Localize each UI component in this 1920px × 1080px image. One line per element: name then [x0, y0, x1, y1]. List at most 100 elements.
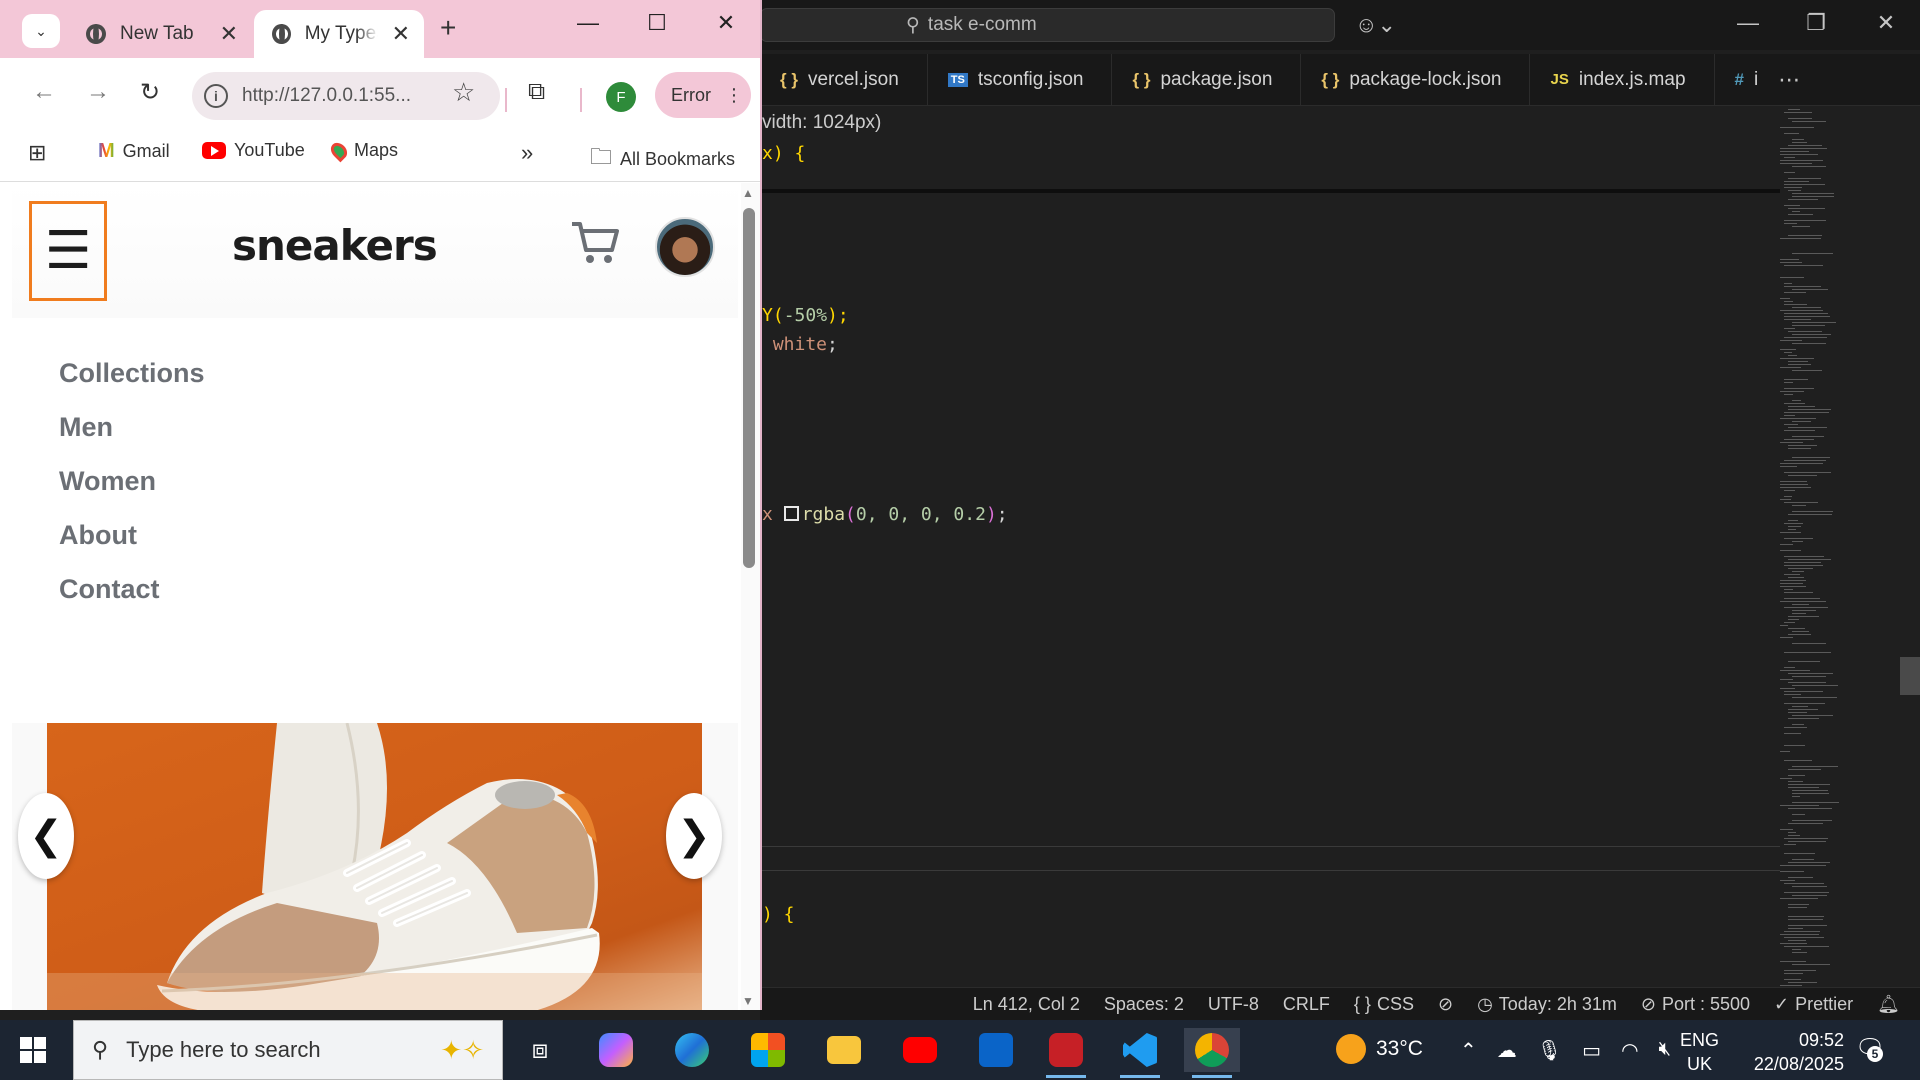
- weather-widget[interactable]: 33°C: [1336, 1034, 1423, 1064]
- close-button[interactable]: ✕: [1866, 10, 1906, 36]
- close-tab-icon[interactable]: ✕: [220, 21, 238, 47]
- volume-muted-icon[interactable]: 🔇︎: [1659, 1038, 1672, 1063]
- outlook-icon[interactable]: [968, 1028, 1024, 1072]
- bookmarks-overflow-icon[interactable]: »: [521, 140, 533, 166]
- tab-new-tab[interactable]: New Tab ✕: [68, 10, 252, 58]
- minimap-line: [1788, 712, 1807, 713]
- microsoft-store-icon[interactable]: [740, 1028, 796, 1072]
- product-carousel: [12, 723, 738, 1010]
- maximize-button[interactable]: ☐: [637, 10, 677, 36]
- wifi-icon[interactable]: ◠: [1621, 1038, 1638, 1063]
- nav-link-women[interactable]: Women: [59, 466, 156, 497]
- tab-vercel-json[interactable]: { } vercel.json: [760, 54, 928, 105]
- minimap[interactable]: [1780, 107, 1900, 987]
- cart-icon[interactable]: [570, 220, 620, 266]
- minimap-line: [1780, 688, 1795, 689]
- onedrive-icon[interactable]: ☁: [1497, 1038, 1517, 1063]
- page-scrollbar-thumb[interactable]: [743, 208, 755, 568]
- edge-icon[interactable]: [664, 1028, 720, 1072]
- command-center[interactable]: ⚲ task e-comm: [760, 8, 1335, 42]
- hamburger-menu-button[interactable]: ☰: [29, 201, 107, 301]
- code-editor[interactable]: vidth: 1024px) x) { Y(-50%); white; x rg…: [760, 107, 1780, 987]
- new-tab-button[interactable]: +: [440, 12, 456, 44]
- windows-start-icon[interactable]: [20, 1037, 46, 1063]
- back-arrow-icon[interactable]: ←: [32, 78, 56, 106]
- encoding[interactable]: UTF-8: [1208, 994, 1259, 1015]
- all-bookmarks-folder[interactable]: 🗀 All Bookmarks: [590, 140, 735, 178]
- divider: [505, 88, 507, 112]
- live-server-port[interactable]: ⊘ Port : 5500: [1641, 994, 1750, 1015]
- file-explorer-icon[interactable]: [816, 1028, 872, 1072]
- tab-package-lock-json[interactable]: { } package-lock.json: [1301, 54, 1531, 105]
- bookmark-star-icon[interactable]: ☆: [452, 77, 475, 108]
- tab-index-js-map[interactable]: JS index.js.map: [1530, 54, 1715, 105]
- microphone-icon[interactable]: 🎙︎: [1537, 1038, 1562, 1063]
- minimap-line: [1784, 652, 1831, 653]
- close-button[interactable]: ✕: [706, 10, 746, 36]
- tab-css-file[interactable]: # i: [1715, 54, 1765, 105]
- taskbar-search-box[interactable]: ⚲ Type here to search ✦✧: [73, 1020, 503, 1080]
- site-info-icon[interactable]: i: [204, 84, 228, 108]
- vscode-app-icon[interactable]: [1112, 1028, 1168, 1078]
- youtube-app-icon[interactable]: [892, 1028, 948, 1072]
- tab-my-typescript[interactable]: My TypeS ✕: [254, 10, 424, 58]
- line-ending[interactable]: CRLF: [1283, 994, 1330, 1015]
- editor-scrollbar[interactable]: [1900, 657, 1920, 695]
- clock[interactable]: 09:52 22/08/2025: [1744, 1028, 1844, 1076]
- tab-package-json[interactable]: { } package.json: [1112, 54, 1302, 105]
- minimap-line: [1792, 139, 1804, 140]
- chevron-up-icon[interactable]: ⌃: [1460, 1038, 1477, 1063]
- chevron-right-icon: ❯: [666, 793, 722, 879]
- tab-search-button[interactable]: ⌄: [22, 14, 60, 48]
- scroll-up-arrow-icon[interactable]: ▲: [742, 186, 754, 200]
- error-menu-button[interactable]: Error ⋮: [655, 72, 751, 118]
- language-indicator[interactable]: ENG UK: [1680, 1028, 1719, 1076]
- bell-icon[interactable]: 🔔︎: [1877, 994, 1900, 1015]
- bookmark-gmail[interactable]: M Gmail: [98, 140, 170, 163]
- nav-link-about[interactable]: About: [59, 520, 137, 551]
- nav-link-contact[interactable]: Contact: [59, 574, 160, 605]
- minimap-line: [1784, 946, 1829, 947]
- more-actions-icon[interactable]: ⋯: [1764, 54, 1814, 105]
- bookmark-maps[interactable]: Maps: [327, 139, 398, 162]
- restore-button[interactable]: ❐: [1796, 10, 1836, 36]
- carousel-prev-button[interactable]: ❮: [18, 793, 74, 879]
- battery-icon[interactable]: ▭: [1582, 1038, 1601, 1063]
- prettier-status[interactable]: ✓ Prettier: [1774, 994, 1853, 1015]
- notification-center-icon[interactable]: 🗨︎5: [1855, 1034, 1885, 1063]
- nav-link-collections[interactable]: Collections: [59, 358, 205, 389]
- color-swatch[interactable]: [783, 506, 799, 521]
- scroll-down-arrow-icon[interactable]: ▼: [742, 994, 754, 1008]
- cursor-position[interactable]: Ln 412, Col 2: [973, 994, 1080, 1015]
- tab-tsconfig-json[interactable]: TS tsconfig.json: [928, 54, 1113, 105]
- site-logo[interactable]: sneakers: [232, 221, 438, 270]
- minimap-line: [1784, 403, 1805, 404]
- language-mode[interactable]: { } CSS: [1354, 994, 1414, 1015]
- forward-arrow-icon[interactable]: →: [86, 78, 110, 106]
- clock-date: 22/08/2025: [1753, 1054, 1844, 1074]
- minimize-button[interactable]: —: [568, 10, 608, 36]
- carousel-next-button[interactable]: ❯: [666, 793, 722, 879]
- nav-link-men[interactable]: Men: [59, 412, 113, 443]
- minimap-line: [1792, 676, 1826, 677]
- extensions-puzzle-icon[interactable]: ⧉: [528, 78, 545, 106]
- apps-grid-icon[interactable]: ⊞: [28, 140, 46, 166]
- copilot-icon[interactable]: ☺⌄: [1355, 12, 1396, 38]
- screen-recorder-icon[interactable]: [1038, 1028, 1094, 1078]
- minimap-line: [1784, 133, 1799, 134]
- copilot-app-icon[interactable]: [588, 1028, 644, 1072]
- indentation[interactable]: Spaces: 2: [1104, 994, 1184, 1015]
- user-avatar[interactable]: [655, 217, 715, 277]
- reload-icon[interactable]: ↻: [140, 78, 160, 107]
- wakatime[interactable]: ◷ Today: 2h 31m: [1477, 994, 1617, 1015]
- code-line: x) {: [762, 143, 806, 164]
- chrome-app-icon[interactable]: [1184, 1028, 1240, 1078]
- url-text: http://127.0.0.1:55...: [242, 85, 412, 106]
- minimap-line: [1788, 475, 1817, 476]
- close-tab-icon[interactable]: ✕: [392, 21, 410, 47]
- copilot-status-icon[interactable]: ⊘: [1438, 994, 1453, 1015]
- minimize-button[interactable]: —: [1728, 10, 1768, 36]
- bookmark-youtube[interactable]: YouTube: [202, 140, 305, 161]
- task-view-icon[interactable]: ⧈: [512, 1028, 568, 1072]
- profile-avatar[interactable]: F: [606, 82, 636, 112]
